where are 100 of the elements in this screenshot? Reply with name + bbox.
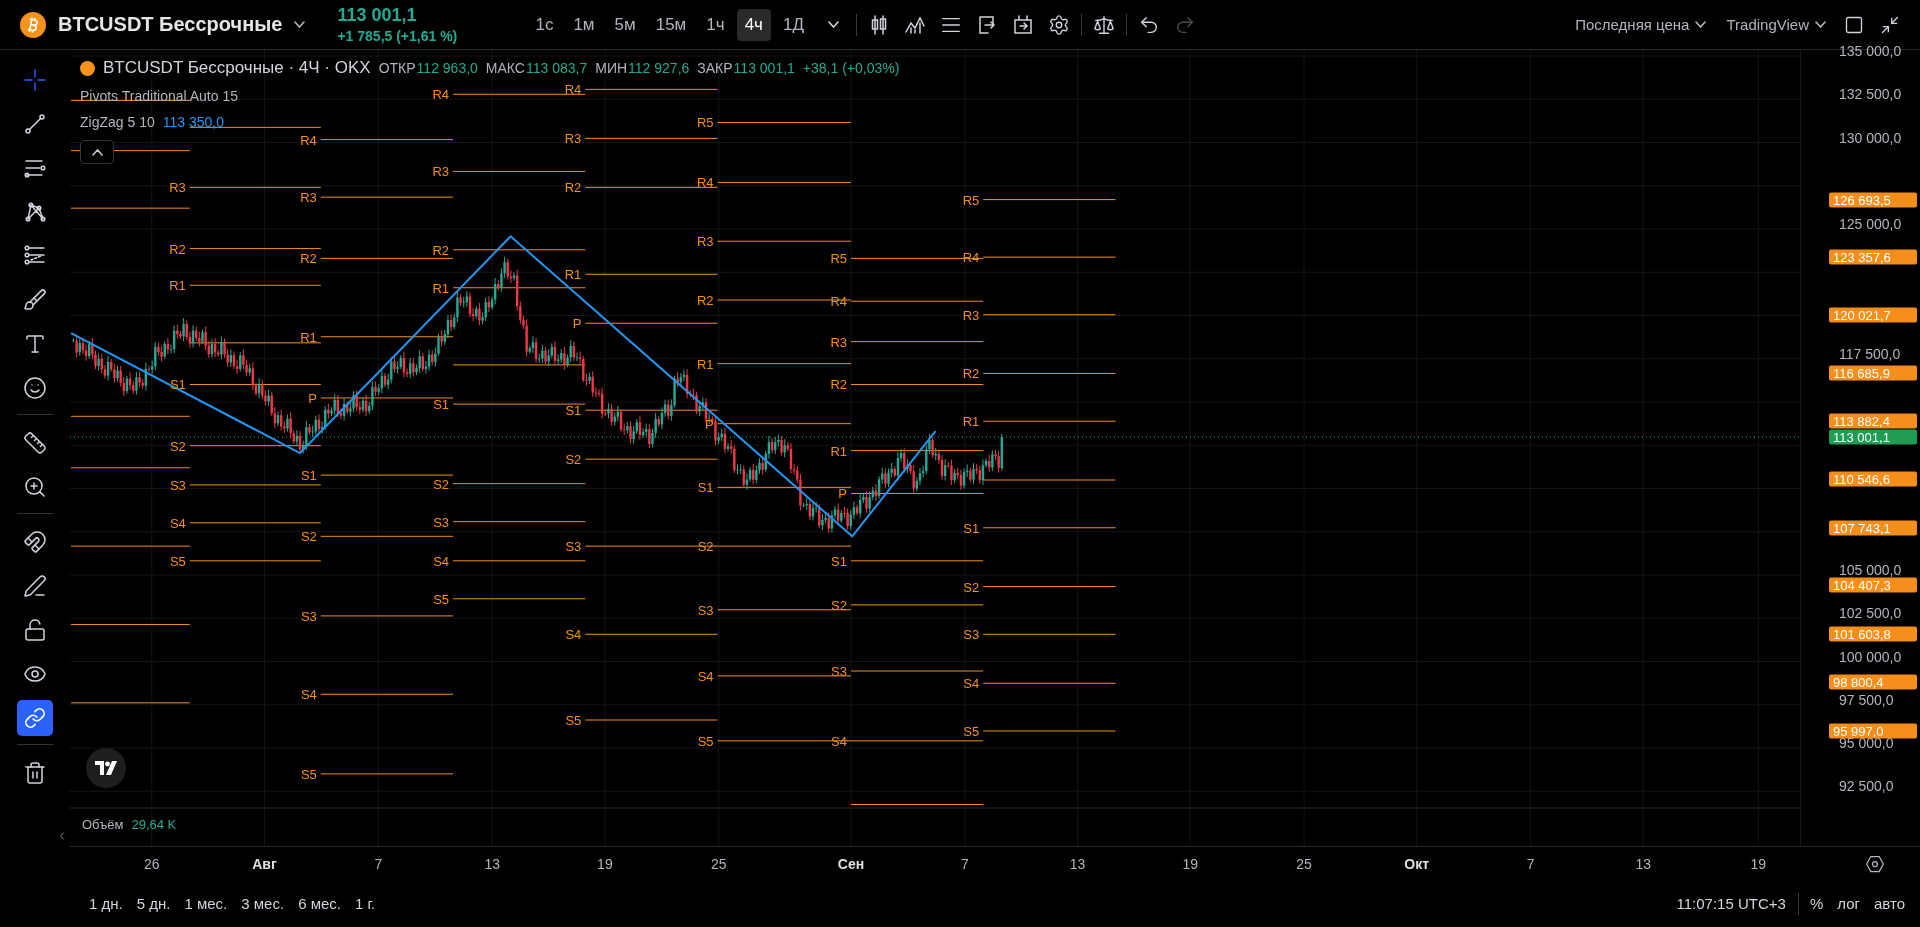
- ruler-icon: [23, 431, 47, 455]
- pivot-label: R1: [962, 413, 980, 429]
- price-tick: 97 500,0: [1839, 693, 1894, 707]
- pivot-label: S3: [831, 663, 847, 679]
- time-tick: 25: [1296, 856, 1312, 872]
- time-tick: 19: [1182, 856, 1198, 872]
- indicator-value: 113 350,0: [162, 114, 224, 130]
- pivot-label: P: [838, 485, 847, 501]
- pivot-label: R3: [962, 307, 980, 323]
- pivot-label: R2: [169, 241, 186, 257]
- brush-icon: [23, 288, 47, 312]
- price-tick: 105 000,0: [1839, 563, 1902, 577]
- range-button[interactable]: 1 дн.: [82, 891, 130, 916]
- pivot-price-tag: 116 685,9: [1829, 365, 1917, 381]
- range-button[interactable]: 5 дн.: [129, 891, 178, 916]
- caret-up-icon: [91, 148, 103, 156]
- price-tick: 102 500,0: [1839, 606, 1902, 620]
- interval-button[interactable]: 4ч: [736, 8, 771, 41]
- pivot-label: S1: [697, 479, 714, 495]
- pivot-label: R2: [696, 292, 714, 308]
- scale-option-button[interactable]: авто: [1866, 891, 1912, 916]
- pivot-label: R3: [696, 233, 714, 249]
- pivot-label: S5: [433, 591, 450, 607]
- volume-label: Объём: [82, 817, 124, 832]
- pivot-label: R3: [432, 163, 450, 179]
- pivot-label: S3: [565, 538, 582, 554]
- ohlc-value: 113 083,7: [525, 60, 588, 76]
- symbol-button[interactable]: BTCUSDT Бессрочные: [20, 11, 306, 38]
- pivot-label: R2: [432, 242, 450, 258]
- pivot-label: S2: [565, 451, 582, 467]
- pivot-label: S4: [433, 553, 450, 569]
- pivot-label: R1: [564, 266, 582, 282]
- time-tick: 19: [597, 856, 613, 872]
- sync-button[interactable]: [17, 700, 53, 736]
- pivot-label: S2: [169, 438, 186, 454]
- range-button[interactable]: 1 мес.: [177, 891, 235, 916]
- interval-button[interactable]: 1м: [565, 8, 603, 41]
- price-tick: 125 000,0: [1839, 217, 1902, 231]
- pivot-label: R2: [962, 365, 980, 381]
- range-button[interactable]: 6 мес.: [291, 891, 348, 916]
- scales-icon: [1092, 13, 1115, 36]
- pivot-label: S5: [697, 733, 714, 749]
- interval-button[interactable]: 5м: [606, 8, 644, 41]
- logo-icon: [95, 761, 117, 775]
- range-button[interactable]: 3 мес.: [234, 891, 292, 916]
- price-source-dropdown[interactable]: Последняя цена: [1565, 10, 1717, 39]
- pivot-label: R1: [300, 329, 317, 345]
- ohlc-value: 112 927,6: [628, 60, 690, 76]
- pivot-label: R1: [696, 356, 714, 372]
- bar-change: +38,1 (+0,03%): [802, 60, 900, 76]
- caret-icon: [1815, 21, 1826, 28]
- settings-icon: [1047, 13, 1070, 36]
- minimize-icon: [1880, 14, 1900, 35]
- legend-collapse-button[interactable]: [80, 140, 114, 164]
- pivot-label: P: [572, 315, 582, 331]
- pivot-label: R2: [564, 179, 582, 195]
- indicator-name: Pivots Traditional Auto 15: [80, 88, 238, 104]
- clock: 11:07:15 UTC+3: [1676, 895, 1786, 912]
- pivot-label: P: [704, 416, 714, 432]
- price-change: +1 785,5 (+1,61 %): [337, 28, 459, 44]
- caret-icon: [828, 21, 840, 28]
- pivot-price-tag: 98 800,4: [1829, 674, 1917, 690]
- pivot-label: R4: [300, 132, 317, 148]
- pivot-label: R3: [564, 130, 582, 146]
- pivot-label: S5: [300, 766, 317, 782]
- pivot-price-tag: 113 882,4: [1829, 413, 1917, 429]
- unlock-icon: [23, 618, 47, 642]
- indicator-name: ZigZag 5 10: [80, 114, 155, 130]
- scale-option-button[interactable]: лог: [1830, 891, 1867, 916]
- smiley-icon: [23, 376, 47, 400]
- caret-icon: [1695, 21, 1707, 28]
- interval-button[interactable]: 1ч: [698, 8, 733, 41]
- ohlc-label: ЗАКР: [697, 60, 733, 76]
- scale-option-button[interactable]: %: [1802, 891, 1831, 916]
- pivot-label: R2: [300, 250, 317, 266]
- pivot-label: S5: [565, 712, 582, 728]
- chart-title: BTCUSDT Бессрочные · 4Ч · OKX: [103, 58, 371, 78]
- pivot-label: S5: [169, 553, 186, 569]
- link-icon: [24, 707, 46, 729]
- interval-button[interactable]: 15м: [647, 8, 695, 41]
- logo-button[interactable]: [86, 748, 126, 788]
- range-button[interactable]: 1 г.: [347, 891, 383, 916]
- pivot-label: S3: [433, 514, 450, 530]
- pivot-label: S1: [963, 520, 980, 536]
- pivot-label: R4: [696, 174, 714, 190]
- pivot-price-tag: 126 693,5: [1829, 192, 1917, 208]
- pivot-price-tag: 110 546,6: [1829, 471, 1917, 487]
- price-tick: 132 500,0: [1839, 87, 1902, 101]
- ohlc-value: 113 001,1: [733, 60, 795, 76]
- brand-dropdown[interactable]: TradingView: [1716, 10, 1836, 39]
- interval-button[interactable]: 1Д: [774, 8, 812, 41]
- time-tick: 7: [1526, 856, 1535, 872]
- ohlc-label: МИН: [595, 60, 628, 76]
- price-tick: 130 000,0: [1839, 131, 1902, 144]
- pivot-price-tag: 101 603,8: [1829, 626, 1917, 642]
- pivot-label: S4: [697, 668, 714, 684]
- pivot-price-tag: 95 997,0: [1829, 723, 1917, 739]
- square-icon: [1844, 14, 1864, 35]
- interval-button[interactable]: 1с: [527, 8, 562, 41]
- pivot-label: S4: [300, 686, 317, 702]
